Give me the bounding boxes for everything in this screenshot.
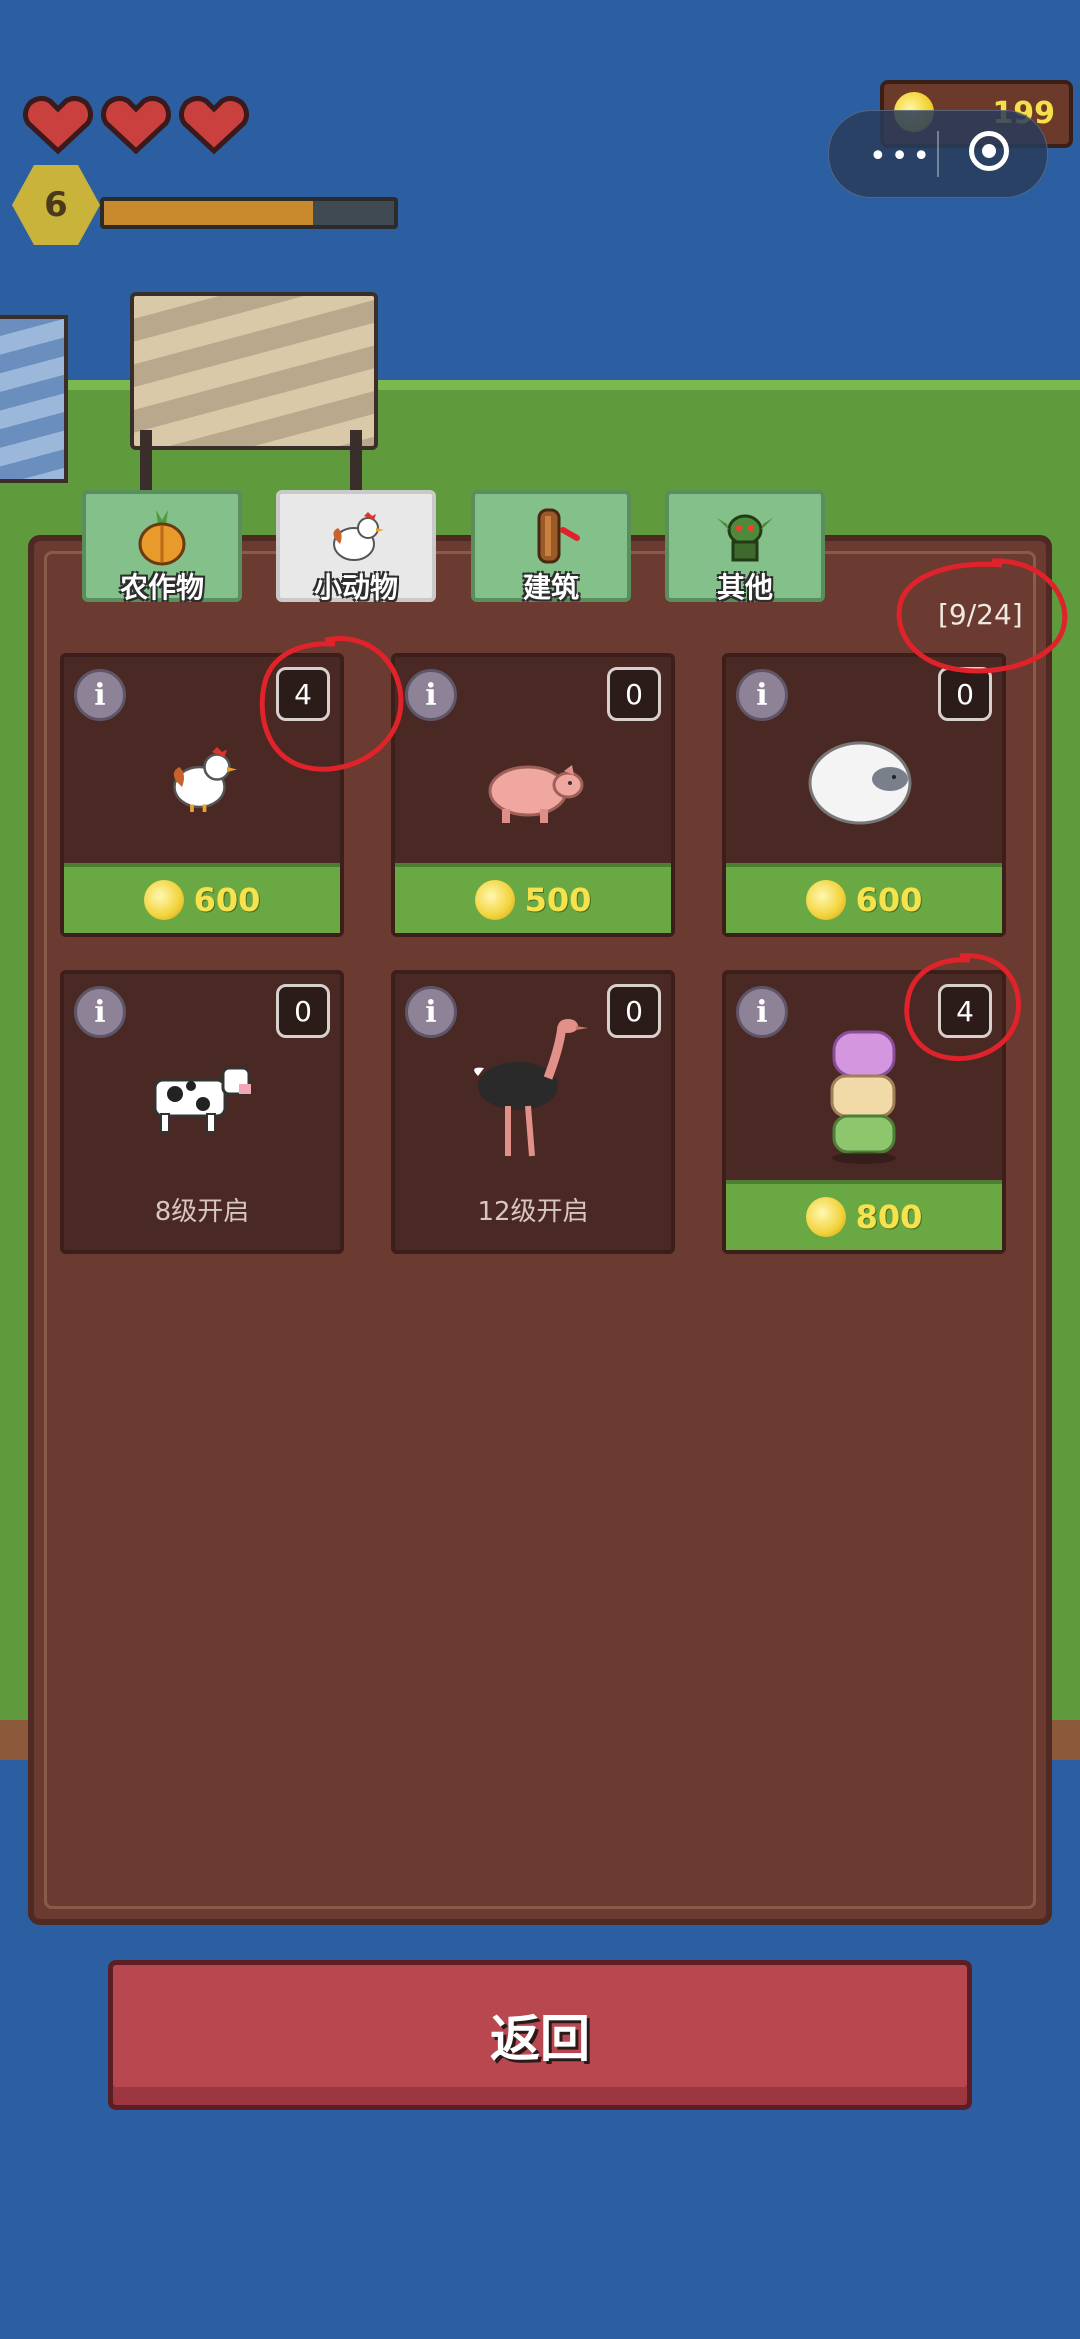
sheep-icon	[808, 741, 912, 825]
shop-card-sheep[interactable]: i 0 600	[722, 653, 1006, 937]
buy-button[interactable]: 600	[64, 863, 340, 933]
price-label: 600	[193, 881, 261, 919]
owned-count-badge: 0	[607, 667, 661, 721]
owned-count-badge: 0	[276, 984, 330, 1038]
cow-icon	[153, 1066, 251, 1133]
buy-button[interactable]: 500	[395, 863, 671, 933]
unlock-level-label: 12级开启	[477, 1197, 589, 1227]
info-button[interactable]: i	[74, 669, 126, 721]
owned-count-badge: 4	[276, 667, 330, 721]
heart-icon	[100, 95, 172, 155]
heart-icon	[22, 95, 94, 155]
owned-count-badge: 0	[938, 667, 992, 721]
info-button[interactable]: i	[405, 986, 457, 1038]
coin-icon	[805, 1197, 846, 1237]
pig-icon	[488, 765, 584, 823]
heart-icon	[178, 95, 250, 155]
miniprogram-capsule[interactable]: •••	[828, 110, 1048, 198]
tab-label: 其他	[716, 571, 773, 604]
more-icon[interactable]: •••	[869, 139, 934, 174]
pumpkin-icon	[138, 510, 186, 566]
back-button[interactable]: 返回	[108, 1960, 972, 2110]
chicken-icon	[333, 512, 384, 561]
coin-icon	[805, 880, 846, 920]
tab-crops[interactable]: 农作物	[82, 490, 242, 604]
market-tent	[130, 292, 378, 450]
hearts	[22, 95, 250, 155]
price-label: 600	[855, 881, 923, 919]
log-icon	[537, 508, 580, 564]
owned-count-badge: 4	[938, 984, 992, 1038]
slot-counter: [9/24]	[938, 598, 1023, 631]
info-button[interactable]: i	[736, 986, 788, 1038]
goblin-icon	[717, 514, 773, 562]
tab-buildings[interactable]: 建筑	[471, 490, 631, 604]
ostrich-icon	[474, 1019, 588, 1157]
info-button[interactable]: i	[405, 669, 457, 721]
price-label: 800	[855, 1198, 923, 1236]
coin-icon	[143, 880, 184, 920]
tab-label: 农作物	[119, 571, 204, 604]
xp-fill	[104, 201, 313, 225]
coin-icon	[474, 880, 515, 920]
slime-stack-icon	[830, 1030, 896, 1164]
owned-count-badge: 0	[607, 984, 661, 1038]
tent-left	[0, 315, 68, 483]
shop-card-cow[interactable]: i 0 8级开启	[60, 970, 344, 1254]
shop-card-slime-stack[interactable]: i 4 800	[722, 970, 1006, 1254]
unlock-level-label: 8级开启	[154, 1197, 250, 1227]
price-label: 500	[524, 881, 592, 919]
buy-button[interactable]: 800	[726, 1180, 1002, 1250]
tab-animals[interactable]: 小动物	[276, 490, 436, 604]
shop-card-ostrich[interactable]: i 0 12级开启	[391, 970, 675, 1254]
buy-button[interactable]: 600	[726, 863, 1002, 933]
info-button[interactable]: i	[74, 986, 126, 1038]
capsule-divider	[937, 131, 939, 177]
info-button[interactable]: i	[736, 669, 788, 721]
tab-label: 建筑	[522, 571, 579, 604]
close-target-icon[interactable]	[969, 131, 1009, 171]
chicken-icon	[173, 747, 237, 812]
xp-bar	[100, 197, 398, 229]
shop-card-pig[interactable]: i 0 500	[391, 653, 675, 937]
shop-card-chicken[interactable]: i 4 600	[60, 653, 344, 937]
tab-label: 小动物	[313, 571, 398, 604]
tab-other[interactable]: 其他	[665, 490, 825, 604]
